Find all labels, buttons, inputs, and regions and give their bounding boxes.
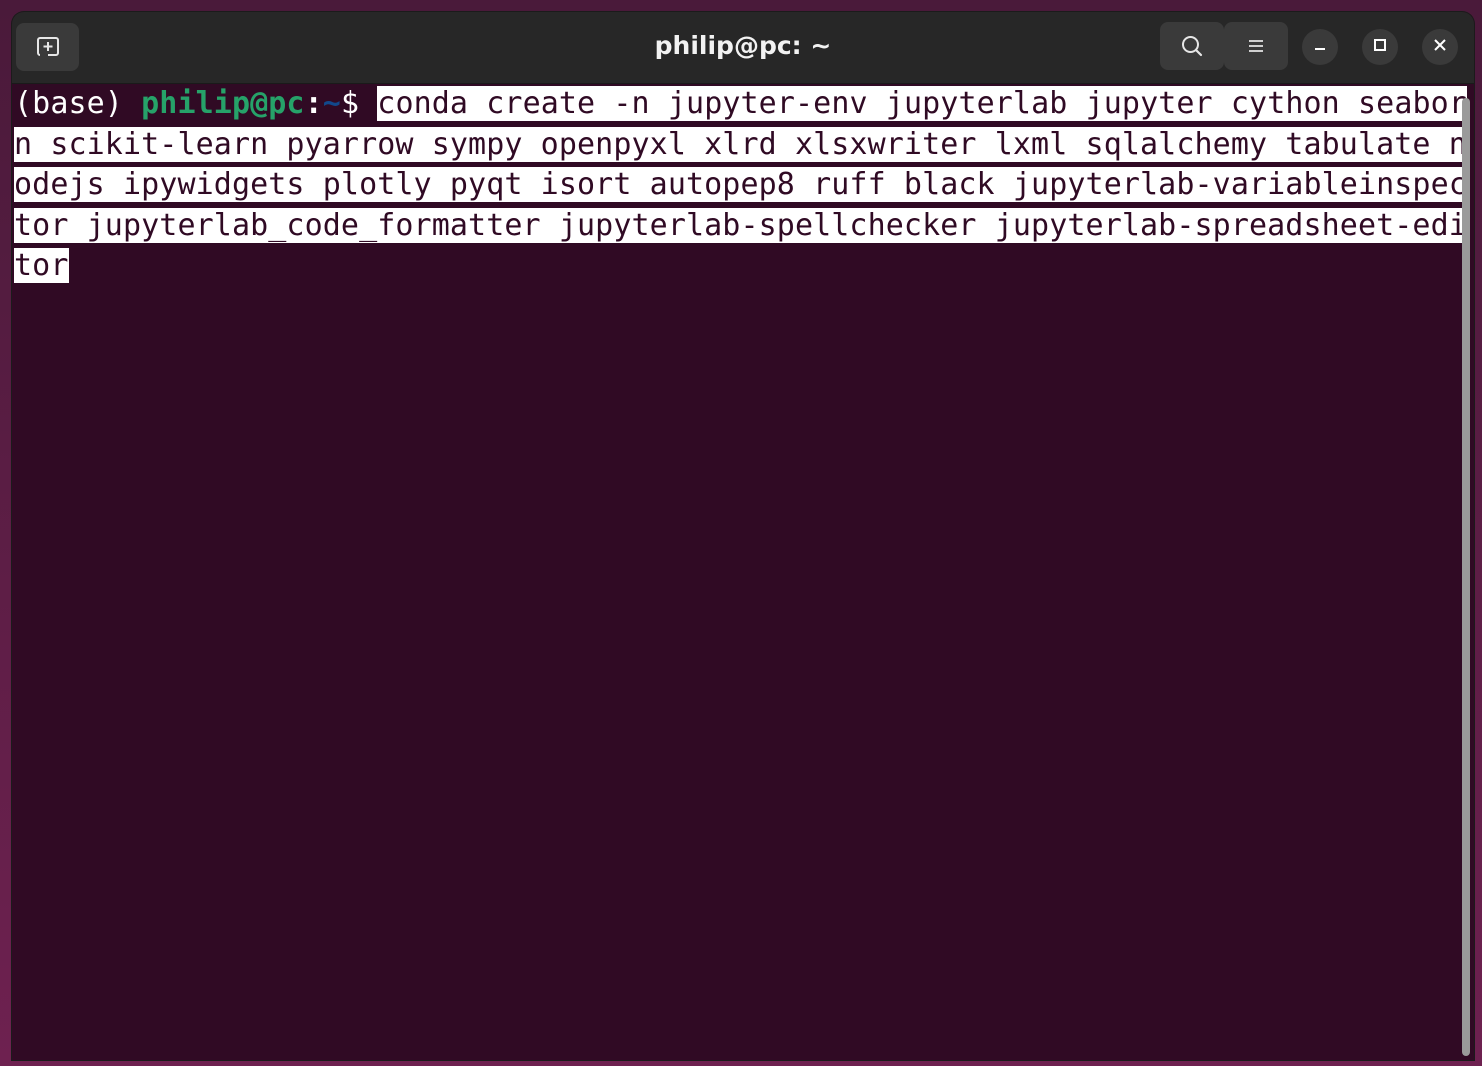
selected-command-text[interactable]: tor <box>14 248 69 283</box>
close-icon <box>1432 37 1448 58</box>
titlebar: philip@pc: ~ <box>12 12 1474 84</box>
terminal-line: odejs ipywidgets plotly pyqt isort autop… <box>14 165 1467 206</box>
selected-command-text[interactable]: tor jupyterlab_code_formatter jupyterlab… <box>14 207 1467 243</box>
menu-button[interactable] <box>1224 22 1288 70</box>
minimize-button[interactable] <box>1302 29 1338 65</box>
terminal-line: (base) philip@pc:~$ conda create -n jupy… <box>14 84 1467 125</box>
selected-command-text[interactable]: n scikit-learn pyarrow sympy openpyxl xl… <box>14 126 1467 162</box>
terminal-line: tor jupyterlab_code_formatter jupyterlab… <box>14 206 1467 247</box>
maximize-icon <box>1372 37 1388 58</box>
prompt-path: ~ <box>322 86 341 121</box>
close-button[interactable] <box>1422 29 1458 65</box>
terminal-line: n scikit-learn pyarrow sympy openpyxl xl… <box>14 125 1467 166</box>
prompt-dollar: $ <box>340 86 378 121</box>
prompt-colon: : <box>304 86 323 121</box>
maximize-button[interactable] <box>1362 29 1398 65</box>
terminal-line: tor <box>14 246 1460 287</box>
search-button[interactable] <box>1160 22 1224 70</box>
prompt-env: (base) <box>14 86 142 121</box>
search-icon <box>1179 33 1205 59</box>
minimize-icon <box>1312 37 1328 58</box>
prompt-user-host: philip@pc <box>141 86 305 121</box>
hamburger-menu-icon <box>1244 34 1268 58</box>
terminal-scrollbar[interactable] <box>1462 98 1470 1056</box>
terminal-output[interactable]: (base) philip@pc:~$ conda create -n jupy… <box>12 84 1467 1060</box>
terminal-window: philip@pc: ~ (base) philip@pc:~$ conda c… <box>12 12 1474 1060</box>
selected-command-text[interactable]: conda create -n jupyter-env jupyterlab j… <box>377 86 1467 121</box>
selected-command-text[interactable]: odejs ipywidgets plotly pyqt isort autop… <box>14 167 1467 202</box>
